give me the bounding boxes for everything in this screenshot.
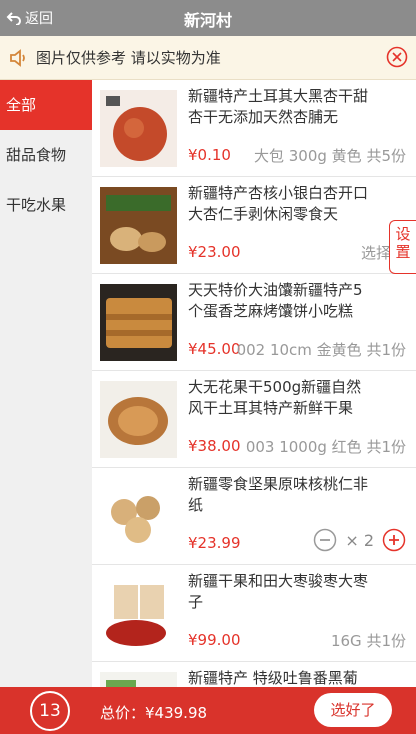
product-image bbox=[100, 575, 177, 652]
product-price: ¥99.00 bbox=[188, 631, 241, 649]
settings-label: 设置 bbox=[395, 225, 411, 261]
category-sidebar: 全部 甜品食物 干吃水果 bbox=[0, 80, 92, 687]
product-image bbox=[100, 381, 177, 458]
product-item[interactable]: 新疆干果和田大枣骏枣大枣子 ¥99.00 16G 共1份 bbox=[92, 565, 416, 662]
notice-text: 图片仅供参考 请以实物为准 bbox=[36, 49, 221, 67]
cart-count-badge[interactable]: 13 bbox=[30, 691, 70, 731]
product-image bbox=[100, 187, 177, 264]
product-name: 新疆零食坚果原味核桃仁非纸 bbox=[188, 475, 369, 514]
notice-bar: 图片仅供参考 请以实物为准 bbox=[0, 36, 416, 80]
product-name: 新疆特产杏核小银白杏开口大杏仁手剥休闲零食天 bbox=[188, 184, 369, 223]
product-item[interactable]: 大无花果干500g新疆自然风干土耳其特产新鲜干果 ¥38.00 003 1000… bbox=[92, 371, 416, 468]
product-name: 新疆特产土耳其大黑杏干甜杏干无添加天然杏脯无 bbox=[188, 87, 369, 126]
minus-icon[interactable] bbox=[313, 528, 337, 552]
product-image bbox=[100, 478, 177, 555]
product-spec: 16G 共1份 bbox=[330, 632, 406, 650]
speaker-icon bbox=[10, 48, 25, 67]
product-price: ¥23.00 bbox=[188, 243, 241, 261]
product-name: 大无花果干500g新疆自然风干土耳其特产新鲜干果 bbox=[188, 378, 362, 417]
page-title: 新河村 bbox=[183, 11, 232, 30]
quantity-value: × 2 bbox=[345, 530, 374, 550]
product-price: ¥0.10 bbox=[188, 146, 231, 164]
product-price: ¥45.00 bbox=[188, 340, 241, 358]
close-icon[interactable] bbox=[386, 46, 408, 68]
product-name: 新疆干果和田大枣骏枣大枣子 bbox=[188, 572, 369, 611]
product-spec: 002 10cm 金黄色 共1份 bbox=[236, 341, 406, 359]
product-spec: 003 1000g 红色 共1份 bbox=[245, 438, 406, 456]
product-name: 天天特价大油馕新疆特产5个蛋香芝麻烤馕饼小吃糕 bbox=[188, 281, 363, 320]
product-item[interactable]: 新疆特产杏核小银白杏开口大杏仁手剥休闲零食天 ¥23.00 选择类 bbox=[92, 177, 416, 274]
product-price: ¥23.99 bbox=[188, 534, 241, 552]
cart-bar: 13 总价：¥439.98 选好了 bbox=[0, 687, 416, 734]
product-image bbox=[100, 284, 177, 361]
product-item[interactable]: 新疆特产土耳其大黑杏干甜杏干无添加天然杏脯无 ¥0.10 大包 300g 黄色 … bbox=[92, 80, 416, 177]
cart-total: 总价：¥439.98 bbox=[100, 704, 208, 722]
product-item[interactable]: 新疆特产 特级吐鲁番黑葡 bbox=[92, 662, 416, 687]
top-bar: 返回 新河村 bbox=[0, 0, 416, 36]
product-image bbox=[100, 672, 177, 687]
category-dried-fruit[interactable]: 干吃水果 bbox=[0, 180, 92, 230]
quantity-stepper: × 2 bbox=[313, 528, 406, 552]
product-name: 新疆特产 特级吐鲁番黑葡 bbox=[188, 669, 358, 687]
confirm-button[interactable]: 选好了 bbox=[314, 693, 392, 727]
product-price: ¥38.00 bbox=[188, 437, 241, 455]
product-spec: 大包 300g 黄色 共5份 bbox=[253, 147, 406, 165]
product-list: 新疆特产土耳其大黑杏干甜杏干无添加天然杏脯无 ¥0.10 大包 300g 黄色 … bbox=[92, 80, 416, 687]
category-all[interactable]: 全部 bbox=[0, 80, 92, 130]
product-item[interactable]: 天天特价大油馕新疆特产5个蛋香芝麻烤馕饼小吃糕 ¥45.00 002 10cm … bbox=[92, 274, 416, 371]
plus-icon[interactable] bbox=[382, 528, 406, 552]
product-item[interactable]: 新疆零食坚果原味核桃仁非纸 ¥23.99 × 2 bbox=[92, 468, 416, 565]
category-desserts[interactable]: 甜品食物 bbox=[0, 130, 92, 180]
product-image bbox=[100, 90, 177, 167]
settings-tab[interactable]: 设置 bbox=[389, 220, 416, 274]
